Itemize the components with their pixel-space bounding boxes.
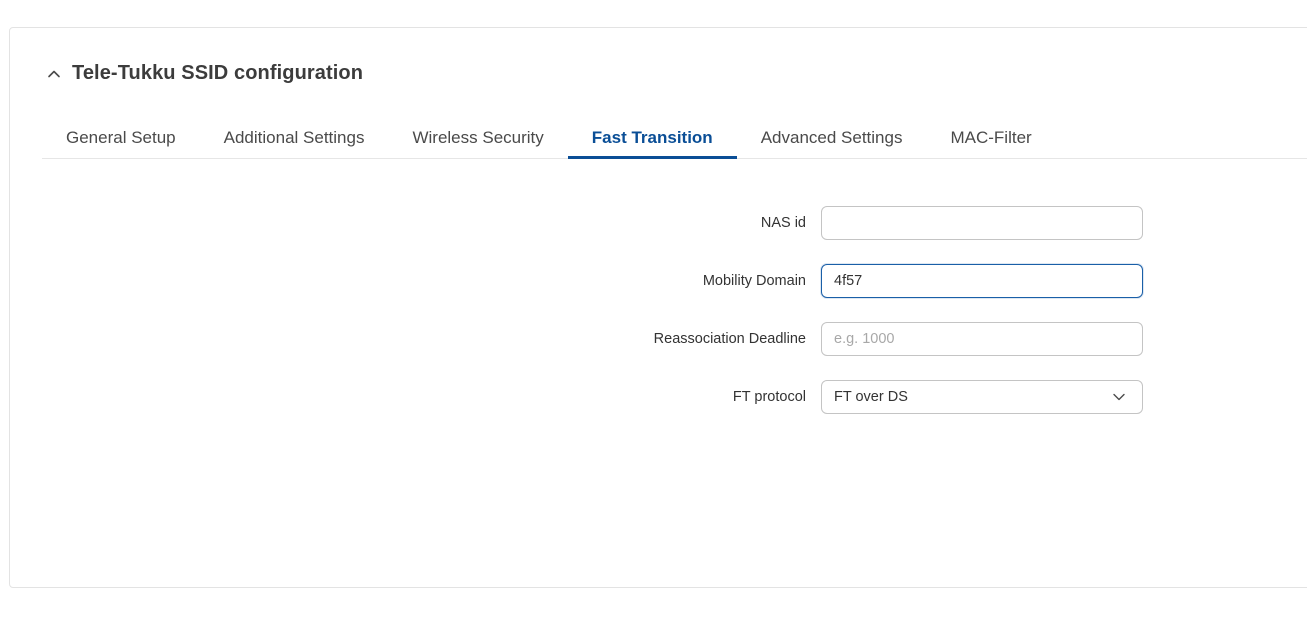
panel-title: Tele-Tukku SSID configuration xyxy=(72,62,364,84)
tab-bar: General Setup Additional Settings Wirele… xyxy=(42,118,1307,159)
tab-mac-filter[interactable]: MAC-Filter xyxy=(926,118,1055,158)
reassociation-deadline-input[interactable] xyxy=(821,322,1143,356)
ft-protocol-selected-value: FT over DS xyxy=(834,389,908,405)
chevron-up-icon xyxy=(46,66,62,82)
tab-additional-settings[interactable]: Additional Settings xyxy=(200,118,389,158)
nas-id-label: NAS id xyxy=(760,215,806,231)
form-row-ft-protocol: FT protocol FT over DS xyxy=(10,380,1307,414)
panel-collapse-toggle[interactable]: Tele-Tukku SSID configuration xyxy=(46,62,363,85)
mobility-domain-input[interactable] xyxy=(821,264,1143,298)
form-row-mobility-domain: Mobility Domain xyxy=(10,264,1307,298)
ft-protocol-select[interactable]: FT over DS xyxy=(821,380,1143,414)
reassociation-deadline-label: Reassociation Deadline xyxy=(653,331,806,347)
form-row-reassociation-deadline: Reassociation Deadline xyxy=(10,322,1307,356)
form-row-nas-id: NAS id xyxy=(10,206,1307,240)
tab-fast-transition[interactable]: Fast Transition xyxy=(567,118,737,159)
mobility-domain-label: Mobility Domain xyxy=(702,273,806,289)
ft-protocol-label: FT protocol xyxy=(732,389,806,405)
tab-wireless-security[interactable]: Wireless Security xyxy=(388,118,567,158)
nas-id-input[interactable] xyxy=(821,206,1143,240)
tab-general-setup[interactable]: General Setup xyxy=(42,118,200,158)
chevron-down-icon xyxy=(1112,390,1126,404)
ssid-config-panel: Tele-Tukku SSID configuration General Se… xyxy=(9,27,1307,588)
tab-advanced-settings[interactable]: Advanced Settings xyxy=(737,118,927,158)
